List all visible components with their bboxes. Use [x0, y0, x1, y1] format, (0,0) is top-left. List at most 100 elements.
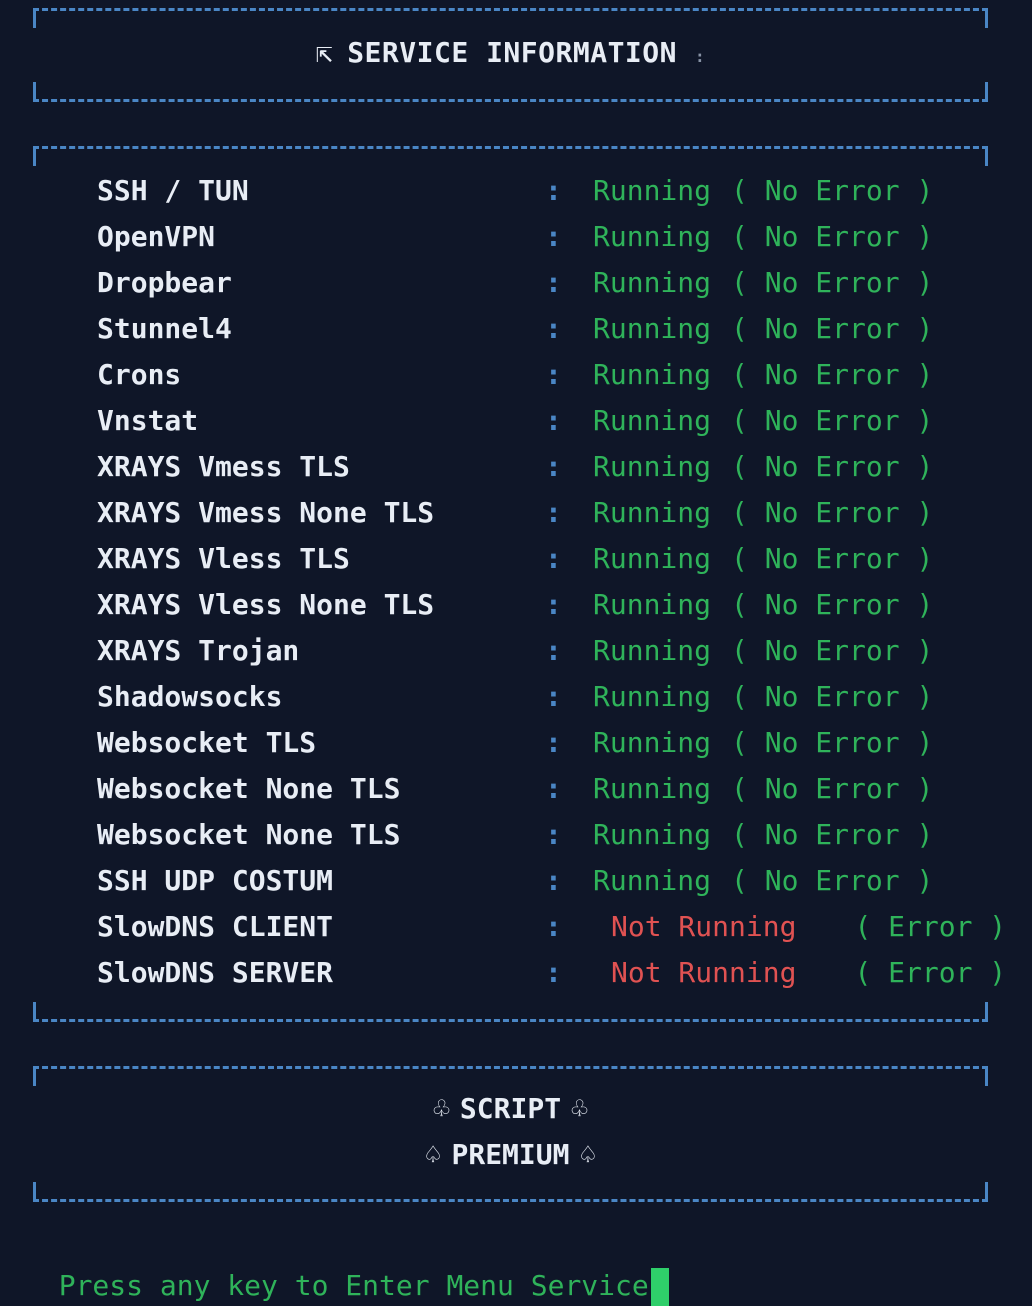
status-detail: ( No Error ) [731, 358, 934, 391]
service-separator: : [545, 496, 562, 529]
service-name: XRAYS Vless None TLS [97, 588, 435, 621]
spade-icon: ♤ [579, 1138, 597, 1171]
service-status: Running ( No Error ) [593, 306, 933, 352]
service-name: Websocket TLS [97, 726, 317, 759]
service-status: Running ( No Error ) [593, 720, 933, 766]
status-text: Running [593, 220, 712, 253]
footer-premium-line: ♤ PREMIUM ♤ [424, 1138, 597, 1171]
status-detail: ( No Error ) [731, 312, 934, 345]
page-title: ⇱ SERVICE INFORMATION: [315, 36, 706, 69]
header-top-border [33, 8, 988, 11]
service-separator: : [545, 358, 562, 391]
service-status: Running ( No Error ) [593, 444, 933, 490]
service-name: Stunnel4 [97, 312, 232, 345]
status-text: Running [593, 266, 712, 299]
service-status: Running ( No Error ) [593, 582, 933, 628]
status-text: Running [593, 174, 712, 207]
status-text: Running [593, 496, 712, 529]
service-status: Running ( No Error ) [593, 766, 933, 812]
status-detail: ( No Error ) [731, 818, 934, 851]
service-separator: : [545, 910, 562, 943]
service-name: Shadowsocks [97, 680, 283, 713]
status-detail: ( No Error ) [731, 404, 934, 437]
status-detail: ( No Error ) [731, 680, 934, 713]
service-status: Running ( No Error ) [593, 858, 933, 904]
club-icon: ♧ [433, 1092, 450, 1125]
service-status: Running ( No Error ) [593, 674, 933, 720]
service-name: XRAYS Vmess None TLS [97, 496, 435, 529]
service-separator: : [545, 312, 562, 345]
status-text: Running [593, 726, 712, 759]
service-separator: : [545, 634, 562, 667]
service-name: XRAYS Vless TLS [97, 542, 350, 575]
service-separator: : [545, 404, 562, 437]
service-separator: : [545, 542, 562, 575]
header-trailing-mark: : [695, 47, 706, 66]
status-text: Running [593, 312, 712, 345]
status-detail: ( No Error ) [731, 542, 934, 575]
status-text: Not Running [611, 910, 797, 943]
service-name: SlowDNS CLIENT [97, 910, 334, 943]
service-separator: : [545, 726, 562, 759]
service-separator: : [545, 220, 562, 253]
service-separator: : [545, 680, 562, 713]
status-detail: ( No Error ) [731, 772, 934, 805]
status-detail: ( No Error ) [731, 588, 934, 621]
service-status: Running ( No Error ) [593, 812, 933, 858]
service-separator: : [545, 818, 562, 851]
corner-arrow-icon: ⇱ [315, 36, 334, 69]
service-separator: : [545, 956, 562, 989]
status-detail: ( No Error ) [731, 266, 934, 299]
footer-bottom-border [33, 1199, 988, 1202]
status-text: Running [593, 358, 712, 391]
service-name: SSH UDP COSTUM [97, 864, 334, 897]
footer-script-line: ♧ SCRIPT ♧ [433, 1092, 588, 1125]
status-detail: ( No Error ) [731, 726, 934, 759]
service-separator: : [545, 772, 562, 805]
service-name: XRAYS Trojan [97, 634, 300, 667]
terminal-prompt[interactable]: Press any key to Enter Menu Service [25, 1232, 669, 1306]
spade-icon: ♤ [424, 1138, 442, 1171]
service-name: Websocket None TLS [97, 818, 401, 851]
header-panel: ⇱ SERVICE INFORMATION: [33, 8, 988, 102]
status-text: Running [593, 818, 712, 851]
service-status: Running ( No Error ) [593, 490, 933, 536]
terminal-cursor [650, 1268, 669, 1306]
footer-panel: ♧ SCRIPT ♧ ♤ PREMIUM ♤ [33, 1066, 988, 1202]
services-bottom-border [33, 1019, 988, 1022]
status-text: Running [593, 588, 712, 621]
status-text: Running [593, 542, 712, 575]
status-detail: ( No Error ) [731, 174, 934, 207]
services-top-border [33, 146, 988, 149]
status-detail: ( Error ) [854, 910, 1007, 943]
service-status: Running ( No Error ) [593, 168, 933, 214]
status-text: Running [593, 864, 712, 897]
service-status: Running ( No Error ) [593, 536, 933, 582]
status-detail: ( No Error ) [731, 220, 934, 253]
status-text: Running [593, 772, 712, 805]
status-text: Running [593, 450, 712, 483]
service-name: XRAYS Vmess TLS [97, 450, 350, 483]
service-name: SlowDNS SERVER [97, 956, 334, 989]
service-name: Vnstat [97, 404, 199, 437]
services-panel: SSH / TUN: Running ( No Error ) OpenVPN: Run… [33, 146, 1006, 1022]
service-status: Not Running ( Error ) [611, 950, 1006, 996]
prompt-text: Press any key to Enter Menu Service [58, 1269, 649, 1302]
service-name: Crons [97, 358, 182, 391]
service-status: Running ( No Error ) [593, 214, 933, 260]
service-status: Running ( No Error ) [593, 260, 933, 306]
status-text: Not Running [611, 956, 797, 989]
status-text: Running [593, 634, 712, 667]
status-text: Running [593, 404, 712, 437]
status-detail: ( No Error ) [731, 634, 934, 667]
service-status: Running ( No Error ) [593, 628, 933, 674]
service-separator: : [545, 174, 562, 207]
status-text: Running [593, 680, 712, 713]
service-separator: : [545, 450, 562, 483]
footer-top-border [33, 1066, 988, 1069]
service-name: SSH / TUN [97, 174, 249, 207]
service-name: Dropbear [97, 266, 232, 299]
status-detail: ( Error ) [854, 956, 1007, 989]
service-status: Running ( No Error ) [593, 352, 933, 398]
status-detail: ( No Error ) [731, 496, 934, 529]
